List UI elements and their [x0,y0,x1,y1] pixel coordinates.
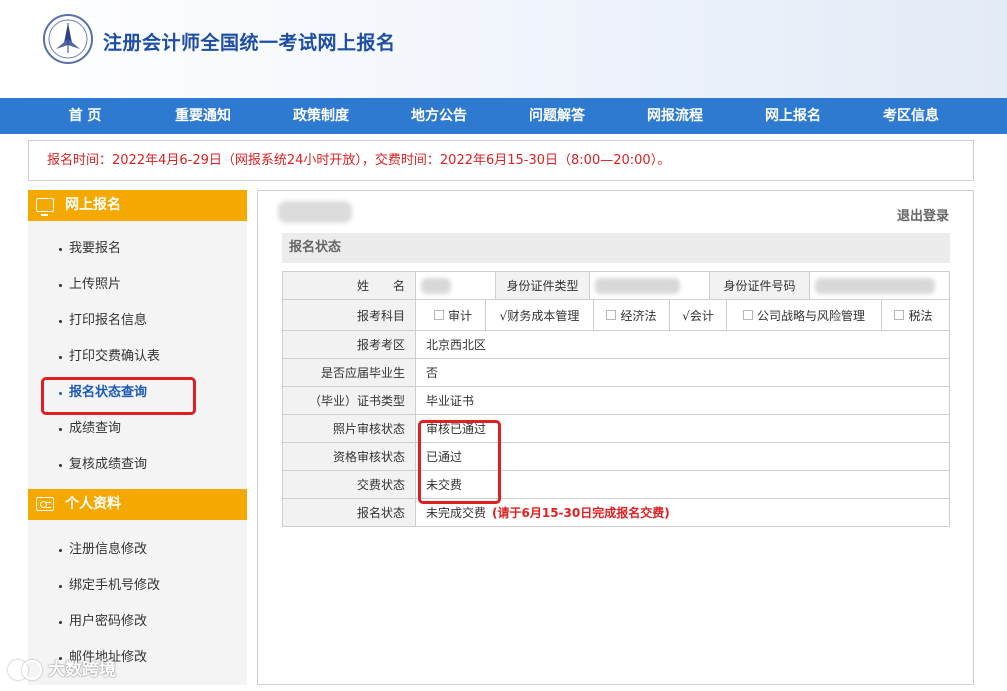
site-title: 注册会计师全国统一考试网上报名 [103,32,396,54]
value-id-number [809,271,950,300]
payment-deadline-hint: (请于6月15-30日完成报名交费) [492,506,670,520]
subject-accounting: √会计 [670,300,727,330]
id-card-icon [36,497,54,511]
value-qualification-status: 已通过 [415,442,950,471]
main-panel: 退出登录 报名状态 姓 名 身份证件类型 身份证件号码 报考科目 审计 √财务成… [257,190,974,685]
blurred-value [595,277,680,294]
sidebar-item-print-payment-form[interactable]: 打印交费确认表 [28,339,247,375]
sidebar-item-edit-registration[interactable]: 注册信息修改 [28,532,247,568]
registration-notice: 报名时间：2022年4月6-29日（网报系统24小时开放），交费时间：2022年… [28,140,974,181]
subject-audit: 审计 [421,300,486,330]
site-logo[interactable] [43,14,93,64]
label-name: 姓 名 [282,271,416,300]
nav-process[interactable]: 网报流程 [616,98,734,134]
label-graduate: 是否应届毕业生 [282,358,416,387]
table-row: 照片审核状态 审核已通过 [282,414,950,443]
logout-link[interactable]: 退出登录 [897,205,949,224]
sidebar-section-profile: 个人资料 [28,489,247,520]
subject-label: 经济法 [620,308,657,323]
label-cert-type: （毕业）证书类型 [282,386,416,415]
compass-emblem-icon [48,19,88,59]
sidebar-item-status-query[interactable]: 报名状态查询 [28,375,247,415]
label-payment-status: 交费状态 [282,470,416,499]
status-table: 姓 名 身份证件类型 身份证件号码 报考科目 审计 √财务成本管理 经济法 √会… [282,271,950,527]
nav-policy[interactable]: 政策制度 [262,98,380,134]
subject-label: √会计 [682,308,714,323]
value-name [415,271,496,300]
watermark-logo-icon [8,656,44,680]
sidebar-item-edit-phone[interactable]: 绑定手机号修改 [28,568,247,604]
watermark-text: 大数跨境 [48,660,116,680]
value-registration-status: 未完成交费 (请于6月15-30日完成报名交费) [415,498,950,527]
subject-strategy-risk: 公司战略与风险管理 [727,300,882,330]
blurred-username [278,201,352,223]
nav-exam-areas[interactable]: 考区信息 [852,98,970,134]
sidebar-section-online-registration: 网上报名 [28,190,247,221]
section-title: 报名状态 [282,233,950,263]
label-id-type: 身份证件类型 [495,271,590,300]
subject-label: 税法 [908,308,933,323]
table-row: 报考考区 北京西北区 [282,330,950,359]
checkbox-icon [606,310,617,320]
sidebar-item-edit-password[interactable]: 用户密码修改 [28,604,247,640]
table-row: 报考科目 审计 √财务成本管理 经济法 √会计 公司战略与风险管理 税法 [282,299,950,331]
label-subjects: 报考科目 [282,299,416,331]
table-row: （毕业）证书类型 毕业证书 [282,386,950,415]
monitor-icon [36,198,54,216]
blurred-value [421,277,451,294]
nav-online-registration[interactable]: 网上报名 [734,98,852,134]
checkbox-icon [433,310,444,320]
sidebar-section-title: 网上报名 [65,197,121,213]
subject-tax-law: 税法 [882,300,945,330]
subject-financial-cost-management: √财务成本管理 [486,300,594,330]
highlight-box [41,377,196,415]
value-id-type [589,271,710,300]
blurred-value [815,277,935,294]
value-payment-status: 未交费 [415,470,950,499]
site-header: 注册会计师全国统一考试网上报名 [0,0,1007,98]
sidebar-item-print-info[interactable]: 打印报名信息 [28,303,247,339]
main-nav: 首 页 重要通知 政策制度 地方公告 问题解答 网报流程 网上报名 考区信息 [0,98,1007,134]
nav-notices[interactable]: 重要通知 [144,98,262,134]
checkbox-icon [894,310,905,320]
label-exam-area: 报考考区 [282,330,416,359]
sidebar: 网上报名 我要报名 上传照片 打印报名信息 打印交费确认表 报名状态查询 成绩查… [28,190,247,685]
value-subjects: 审计 √财务成本管理 经济法 √会计 公司战略与风险管理 税法 [415,299,950,331]
sidebar-section-title: 个人资料 [65,496,121,512]
table-row: 交费状态 未交费 [282,470,950,499]
value-graduate: 否 [415,358,950,387]
label-id-number: 身份证件号码 [709,271,810,300]
sidebar-item-score-review[interactable]: 复核成绩查询 [28,447,247,483]
label-registration-status: 报名状态 [282,498,416,527]
table-row: 姓 名 身份证件类型 身份证件号码 [282,271,950,300]
checkbox-icon [742,310,753,320]
sidebar-item-upload-photo[interactable]: 上传照片 [28,267,247,303]
value-exam-area: 北京西北区 [415,330,950,359]
table-row: 报名状态 未完成交费 (请于6月15-30日完成报名交费) [282,498,950,527]
table-row: 是否应届毕业生 否 [282,358,950,387]
label-photo-status: 照片审核状态 [282,414,416,443]
subject-label: √财务成本管理 [499,308,580,323]
subject-economic-law: 经济法 [594,300,670,330]
label-qualification-status: 资格审核状态 [282,442,416,471]
nav-home[interactable]: 首 页 [26,98,144,134]
sidebar-item-register[interactable]: 我要报名 [28,231,247,267]
registration-status-text: 未完成交费 [426,506,487,520]
nav-local-announcements[interactable]: 地方公告 [380,98,498,134]
subject-label: 审计 [447,308,472,323]
subject-label: 公司战略与风险管理 [756,308,865,323]
sidebar-item-score-query[interactable]: 成绩查询 [28,411,247,447]
table-row: 资格审核状态 已通过 [282,442,950,471]
nav-faq[interactable]: 问题解答 [498,98,616,134]
value-cert-type: 毕业证书 [415,386,950,415]
watermark: 大数跨境 [8,655,116,680]
value-photo-status: 审核已通过 [415,414,950,443]
